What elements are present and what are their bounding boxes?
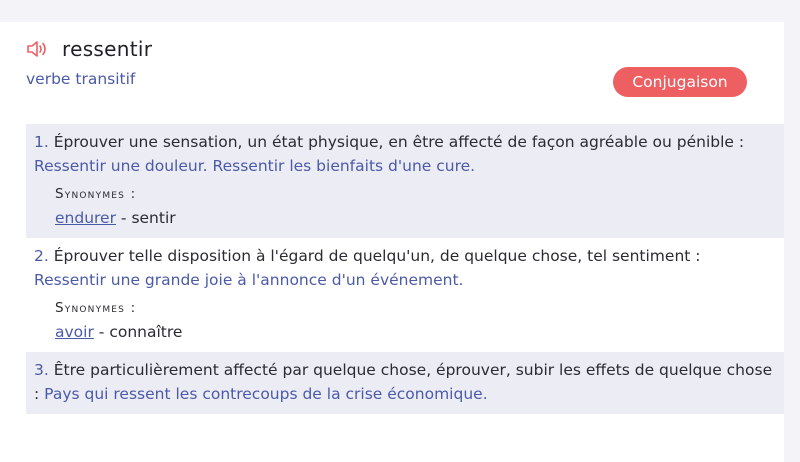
headword-row: ressentir <box>26 36 152 62</box>
definition-body: 2. Éprouver telle disposition à l'égard … <box>34 244 776 292</box>
synonym-separator: - <box>120 209 132 227</box>
headword: ressentir <box>62 37 153 61</box>
conjugation-button[interactable]: Conjugaison <box>613 67 747 97</box>
definition-example: Pays qui ressent les contrecoups de la c… <box>44 385 488 403</box>
synonyms-list: avoir - connaître <box>55 320 776 344</box>
synonym-separator: - <box>98 323 110 341</box>
synonym-link[interactable]: avoir <box>55 323 94 341</box>
definition-item: 1. Éprouver une sensation, un état physi… <box>26 124 784 238</box>
definition-text: Éprouver telle disposition à l'égard de … <box>53 247 701 265</box>
definition-text: Éprouver une sensation, un état physique… <box>53 133 745 151</box>
synonyms-label: Synonymes : <box>55 300 137 316</box>
synonym-text: sentir <box>131 209 176 227</box>
definition-example: Ressentir une grande joie à l'annonce d'… <box>34 271 464 289</box>
synonym-link[interactable]: endurer <box>55 209 116 227</box>
definition-item: 2. Éprouver telle disposition à l'égard … <box>26 238 784 352</box>
speaker-icon[interactable] <box>26 39 50 59</box>
definition-example: Ressentir une douleur. Ressentir les bie… <box>34 157 476 175</box>
definition-number: 1. <box>34 133 49 151</box>
part-of-speech: verbe transitif <box>26 70 136 88</box>
definition-body: 1. Éprouver une sensation, un état physi… <box>34 130 776 178</box>
definition-item: 3. Être particulièrement affecté par que… <box>26 352 784 414</box>
definitions-list: 1. Éprouver une sensation, un état physi… <box>26 124 784 414</box>
definition-body: 3. Être particulièrement affecté par que… <box>34 358 776 406</box>
definition-number: 3. <box>34 361 49 379</box>
definition-number: 2. <box>34 247 49 265</box>
definition-card: ressentir verbe transitif Conjugaison 1.… <box>0 22 784 462</box>
synonyms-list: endurer - sentir <box>55 206 776 230</box>
synonyms-label: Synonymes : <box>55 186 137 202</box>
synonym-text: connaître <box>109 323 183 341</box>
